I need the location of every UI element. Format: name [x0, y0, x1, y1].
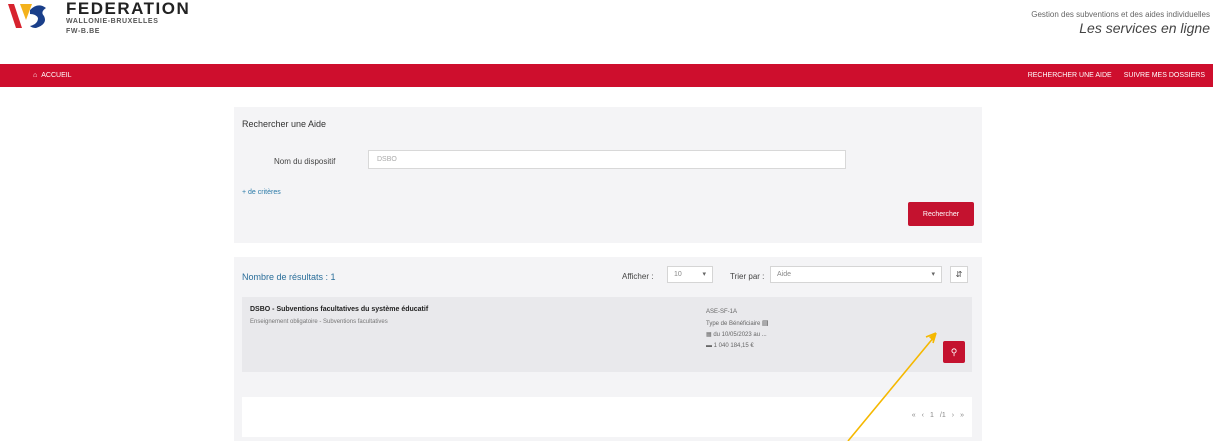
sort-icon[interactable]: ⇵: [950, 266, 968, 283]
main-navbar: ⌂ ACCUEIL RECHERCHER UNE AIDE SUIVRE MES…: [0, 64, 1213, 87]
results-panel: Nombre de résultats : 1 Afficher : 10 ▾ …: [234, 257, 982, 441]
search-panel-title: Rechercher une Aide: [242, 119, 327, 129]
site-header: FEDERATION WALLONIE-BRUXELLES FW-B.BE Ge…: [0, 0, 1213, 64]
dispositif-input[interactable]: DSBO: [368, 150, 846, 169]
nav-right: RECHERCHER UNE AIDE SUIVRE MES DOSSIERS: [1028, 72, 1205, 79]
header-top-line: Gestion des subventions et des aides ind…: [1031, 10, 1210, 19]
calendar-icon: ▦: [706, 332, 712, 338]
pager-last[interactable]: »: [960, 412, 964, 419]
header-right: Gestion des subventions et des aides ind…: [1031, 10, 1210, 36]
results-count: Nombre de résultats : 1: [242, 272, 336, 282]
result-date: du 10/05/2023 au ...: [713, 332, 767, 338]
page-size-select[interactable]: 10 ▾: [667, 266, 713, 283]
result-subtitle: Enseignement obligatoire - Subventions f…: [250, 319, 388, 325]
view-details-button[interactable]: ⚲: [943, 341, 965, 363]
nav-link-search-aid[interactable]: RECHERCHER UNE AIDE: [1028, 72, 1112, 79]
brand-sub: WALLONIE-BRUXELLES: [66, 18, 159, 25]
nav-home-link[interactable]: ⌂ ACCUEIL: [33, 72, 72, 79]
chevron-down-icon: ▾: [702, 271, 706, 278]
home-icon: ⌂: [33, 72, 38, 79]
brand: FEDERATION WALLONIE-BRUXELLES FW-B.BE: [66, 0, 191, 35]
sort-select[interactable]: Aide ▾: [770, 266, 942, 283]
sort-label: Trier par :: [730, 272, 765, 281]
nav-link-my-files[interactable]: SUIVRE MES DOSSIERS: [1124, 72, 1205, 79]
result-beneficiary-line: Type de Bénéficiaire ▤: [706, 318, 769, 330]
result-meta: ASE-SF-1A Type de Bénéficiaire ▤ ▦ du 10…: [706, 307, 769, 352]
dispositif-label: Nom du dispositif: [274, 157, 336, 166]
header-tagline: Les services en ligne: [1079, 20, 1210, 36]
brand-code: FW-B.BE: [66, 28, 100, 35]
logo-icon[interactable]: [6, 0, 48, 30]
pager-next[interactable]: ›: [952, 412, 954, 419]
result-amount: 1 040 184,15 €: [713, 343, 754, 349]
money-icon: ▬: [706, 343, 712, 349]
pagination: « ‹ 1 /1 › »: [912, 412, 964, 419]
pager-row: « ‹ 1 /1 › »: [242, 397, 972, 437]
result-beneficiary: Type de Bénéficiaire: [706, 321, 761, 327]
result-title[interactable]: DSBO - Subventions facultatives du systè…: [250, 306, 428, 313]
result-code: ASE-SF-1A: [706, 309, 738, 315]
brand-name: FEDERATION: [66, 0, 191, 18]
pager-total: /1: [939, 412, 946, 419]
pager-first[interactable]: «: [912, 412, 916, 419]
result-date-line: ▦ du 10/05/2023 au ...: [706, 330, 769, 341]
result-row[interactable]: DSBO - Subventions facultatives du systè…: [242, 297, 972, 372]
more-criteria-link[interactable]: + de critères: [242, 189, 281, 196]
sort-value: Aide: [777, 271, 792, 278]
pager-current[interactable]: 1: [930, 412, 934, 419]
search-icon: ⚲: [950, 347, 958, 357]
document-icon: ▤: [762, 320, 769, 327]
page-size-value: 10: [674, 271, 682, 278]
search-button[interactable]: Rechercher: [908, 202, 974, 226]
search-panel: Rechercher une Aide Nom du dispositif DS…: [234, 107, 982, 243]
result-amount-line: ▬ 1 040 184,15 €: [706, 341, 769, 352]
nav-home-label: ACCUEIL: [41, 72, 72, 79]
show-label: Afficher :: [622, 272, 654, 281]
pager-prev[interactable]: ‹: [922, 412, 924, 419]
chevron-down-icon: ▾: [931, 271, 935, 278]
